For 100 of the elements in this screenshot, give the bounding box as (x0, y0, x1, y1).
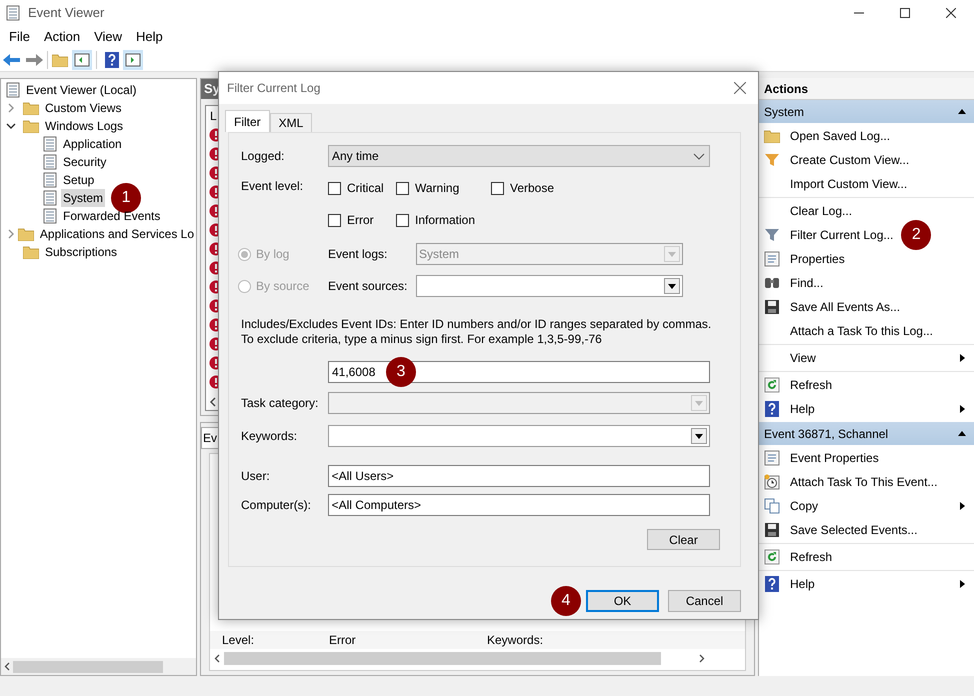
detail-value: Error (329, 632, 357, 649)
clear-button[interactable]: Clear (647, 529, 720, 550)
checkbox[interactable] (396, 214, 409, 226)
user-field[interactable]: <All Users> (328, 465, 710, 487)
tree-item[interactable]: Event Viewer (Local) (24, 81, 138, 99)
section-header[interactable]: System (759, 100, 974, 123)
dialog-button[interactable]: Cancel (668, 590, 741, 612)
computers-field[interactable]: <All Computers> (328, 494, 710, 516)
field-label: User: (241, 468, 271, 485)
checkbox-label: Information (415, 212, 476, 229)
tree-item[interactable]: System (61, 189, 106, 207)
task-link[interactable]: Event Properties (790, 449, 879, 467)
task-link[interactable]: Save All Events As... (790, 298, 900, 316)
folder-icon (764, 129, 780, 143)
task-link[interactable]: Clear Log... (790, 202, 852, 220)
window-title: Event Viewer (28, 4, 104, 22)
section-header[interactable]: Event 36871, Schannel (759, 422, 974, 445)
log-icon (43, 208, 57, 224)
task-link[interactable]: Help (790, 575, 815, 593)
task-link[interactable]: View (790, 349, 816, 367)
save-icon (764, 299, 780, 315)
tree-item[interactable]: Windows Logs (43, 117, 126, 135)
horizontal-scrollbar[interactable] (1, 658, 196, 675)
field-label: Keywords: (241, 428, 298, 445)
collapsed-chevron-icon[interactable] (6, 229, 16, 239)
section-title: System (764, 104, 804, 120)
dialog-tab[interactable]: Filter (225, 110, 270, 132)
tree-item[interactable]: Application (61, 135, 124, 153)
log-icon (43, 190, 57, 206)
task-link[interactable]: Refresh (790, 376, 832, 394)
field-label: Event level: (241, 178, 304, 195)
dialog-title: Filter Current Log (227, 80, 320, 97)
radio-button[interactable] (238, 280, 251, 292)
log-icon (43, 136, 57, 152)
checkbox-label: Warning (415, 180, 460, 197)
help-icon (765, 576, 779, 592)
checkbox[interactable] (328, 182, 341, 194)
close-icon[interactable] (734, 82, 746, 94)
scroll-left-icon[interactable] (209, 397, 217, 407)
task-link[interactable]: Open Saved Log... (790, 127, 890, 145)
properties-icon (764, 251, 780, 267)
tree-item[interactable]: Custom Views (43, 99, 124, 117)
menu-item[interactable]: Help (129, 27, 170, 47)
hint-text: Includes/Excludes Event IDs: Enter ID numbers and/or ID ranges separated by commas. To exclude criteria, type a minus sign first. For example 1,3,5-99,-76 (241, 317, 712, 347)
checkbox[interactable] (491, 182, 504, 194)
folder-icon (23, 101, 39, 115)
task-link[interactable]: Save Selected Events... (790, 521, 918, 539)
scroll-left-icon[interactable] (4, 662, 10, 671)
checkbox[interactable] (396, 182, 409, 194)
checkbox[interactable] (328, 214, 341, 226)
scroll-right-icon[interactable] (699, 654, 705, 662)
step-badge: 4 (551, 586, 581, 616)
tree-item[interactable]: Subscriptions (43, 243, 120, 261)
task-link[interactable]: Find... (790, 274, 824, 292)
save-icon (764, 522, 780, 538)
copy-icon (764, 498, 780, 514)
step-badge: 1 (111, 183, 142, 213)
task-link[interactable]: Filter Current Log... (790, 226, 894, 244)
binoculars-icon (764, 275, 780, 291)
tree-item[interactable]: Setup (61, 171, 96, 189)
show-action-pane-icon[interactable] (123, 50, 143, 70)
checkbox-label: Verbose (510, 180, 554, 197)
checkbox-label: Error (347, 212, 374, 229)
task-link[interactable]: Attach Task To This Event... (790, 473, 938, 491)
radio-label: By log (256, 246, 290, 263)
expanded-chevron-icon[interactable] (6, 121, 16, 131)
task-link[interactable]: Copy (790, 497, 818, 515)
menu-item[interactable]: Action (36, 27, 88, 47)
task-link[interactable]: Properties (790, 250, 845, 268)
task-link[interactable]: Import Custom View... (790, 175, 908, 193)
menu-item[interactable]: View (87, 27, 130, 47)
field-label: Logged: (241, 148, 286, 165)
actions-title: Actions (759, 78, 974, 100)
task-link[interactable]: Help (790, 400, 815, 418)
task-link[interactable]: Refresh (790, 548, 832, 566)
submenu-arrow-icon (958, 354, 966, 362)
menu-item[interactable]: File (2, 27, 37, 47)
field-label: Computer(s): (241, 497, 312, 514)
dialog-tab[interactable]: XML (270, 113, 312, 132)
show-tree-pane-icon[interactable] (72, 50, 92, 70)
folder-icon (18, 227, 34, 241)
checkbox-label: Critical (347, 180, 384, 197)
tree-item[interactable]: Security (61, 153, 108, 171)
submenu-arrow-icon (958, 405, 966, 413)
tree-item[interactable]: Applications and Services Lo (38, 225, 196, 243)
task-link[interactable]: Create Custom View... (790, 151, 910, 169)
step-badge: 3 (386, 357, 416, 387)
collapse-arrow-icon (958, 430, 966, 438)
folder-icon (23, 119, 39, 133)
forward-arrow-icon[interactable] (25, 52, 43, 66)
task-link[interactable]: Attach a Task To this Log... (790, 322, 933, 340)
folder-icon (23, 245, 39, 259)
radio-label: By source (256, 278, 310, 295)
scroll-left-icon[interactable] (214, 654, 220, 662)
field-label: Task category: (241, 395, 320, 412)
back-arrow-icon[interactable] (3, 52, 21, 66)
log-icon (43, 172, 57, 188)
collapsed-chevron-icon[interactable] (6, 103, 16, 113)
logged-dropdown[interactable]: Any time (328, 145, 710, 167)
dialog-button[interactable]: OK (586, 590, 659, 612)
